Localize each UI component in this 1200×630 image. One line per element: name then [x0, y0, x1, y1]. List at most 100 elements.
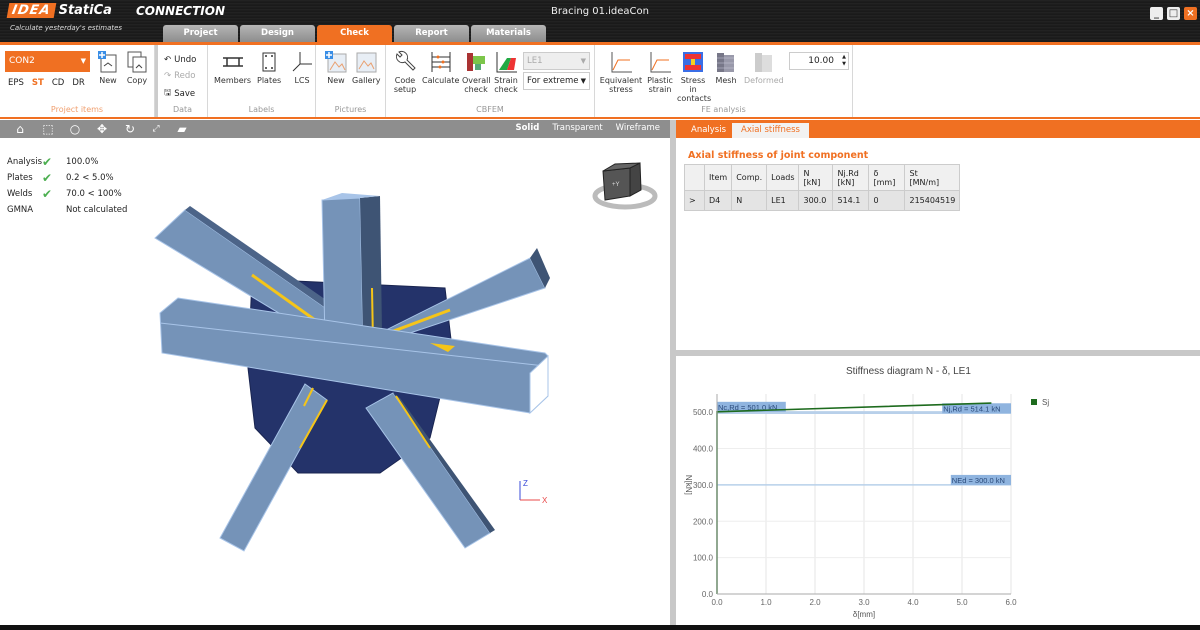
- members-button[interactable]: Members: [214, 50, 251, 85]
- deformed-button[interactable]: Deformed: [744, 50, 784, 85]
- calculate-button[interactable]: Calculate: [422, 50, 459, 85]
- new-connection-button[interactable]: New: [96, 50, 120, 85]
- column-header-loads: Loads: [766, 164, 800, 191]
- stress-in-contacts-button[interactable]: Stress in contacts: [677, 50, 712, 103]
- close-button[interactable]: ×: [1184, 7, 1197, 20]
- stiffness-chart-panel: Stiffness diagram N - δ, LE1 Nc,Rd = 501…: [676, 356, 1200, 625]
- viewport-toolbar: ⌂ ⬚ ○ ✥ ↻ ⤢ ▰ Solid Transparent Wirefram…: [0, 120, 670, 138]
- 3d-viewport[interactable]: Analysis ✔ 100.0% Plates ✔ 0.2 < 5.0% We…: [0, 138, 670, 625]
- code-setup-button[interactable]: Code setup: [392, 50, 418, 94]
- cell-loads: LE1: [766, 190, 800, 211]
- deformation-scale-value: 10.00: [808, 56, 834, 66]
- new-picture-icon: [325, 51, 347, 73]
- y-tick-label: 0.0: [702, 590, 714, 599]
- stress-in-contacts-label: Stress in contacts: [677, 76, 712, 103]
- series-line-sj: [716, 402, 992, 594]
- group-pictures: New Gallery Pictures: [316, 45, 386, 117]
- render-transparent[interactable]: Transparent: [552, 123, 602, 133]
- view-dr[interactable]: DR: [72, 78, 84, 88]
- lcs-button[interactable]: LCS: [290, 50, 314, 85]
- plastic-strain-button[interactable]: Plastic strain: [646, 50, 674, 94]
- lcs-axes-icon: [292, 52, 312, 72]
- y-tick-label: 200.0: [693, 517, 714, 526]
- row-expander[interactable]: >: [684, 190, 705, 211]
- column-header-njrd: Nj.Rd [kN]: [832, 164, 870, 191]
- extreme-mode-value: For extreme: [527, 76, 579, 86]
- plastic-strain-label: Plastic strain: [647, 76, 673, 94]
- view-eps[interactable]: EPS: [8, 78, 24, 88]
- new-label: New: [99, 76, 117, 85]
- undo-button[interactable]: ↶ Undo: [164, 55, 196, 65]
- table-row[interactable]: > D4 N LE1 300.0 514.1 0 215404519: [684, 190, 961, 211]
- render-solid[interactable]: Solid: [515, 123, 539, 133]
- zoom-window-icon[interactable]: ⬚: [40, 122, 56, 136]
- gallery-button[interactable]: Gallery: [352, 50, 381, 85]
- group-data: ↶ Undo ↷ Redo 🖫 Save Data: [158, 45, 208, 117]
- rotate-icon[interactable]: ↻: [122, 122, 138, 136]
- y-tick-label: 300.0: [693, 481, 714, 490]
- column-header-expander: [684, 164, 705, 191]
- chevron-down-icon: ▼: [580, 77, 586, 85]
- view-cd[interactable]: CD: [52, 78, 64, 88]
- y-tick-label: 500.0: [693, 408, 714, 417]
- minimize-button[interactable]: _: [1150, 7, 1163, 20]
- view-st[interactable]: ST: [32, 78, 44, 88]
- section-icon[interactable]: ▰: [174, 122, 190, 136]
- plates-button[interactable]: Plates: [257, 50, 281, 85]
- main-tabs: Project Design Check Report Materials: [163, 25, 546, 42]
- view-switcher: EPS ST CD DR: [8, 78, 85, 88]
- x-tick-label: 1.0: [760, 598, 772, 607]
- table-title: Axial stiffness of joint component: [688, 150, 869, 161]
- column-header-delta: δ [mm]: [868, 164, 906, 191]
- tab-analysis[interactable]: Analysis: [682, 123, 735, 138]
- tab-check[interactable]: Check: [317, 25, 392, 42]
- stiffness-chart: Stiffness diagram N - δ, LE1 Nc,Rd = 501…: [684, 366, 1049, 619]
- x-tick-label: 0.0: [711, 598, 723, 607]
- save-label: Save: [174, 89, 196, 99]
- load-effect-value: LE1: [527, 56, 543, 66]
- group-label-pictures: Pictures: [334, 105, 367, 114]
- load-effect-select[interactable]: LE1 ▼: [523, 52, 590, 70]
- chevron-down-icon: ▼: [80, 57, 86, 65]
- spinner-arrows-icon[interactable]: ▲ ▼: [842, 54, 846, 68]
- fit-icon[interactable]: ⤢: [148, 122, 164, 136]
- new-picture-label: New: [327, 76, 345, 85]
- navigation-cube[interactable]: +Y: [592, 162, 658, 210]
- cell-n: 300.0: [798, 190, 834, 211]
- pan-icon[interactable]: ✥: [94, 122, 110, 136]
- column-header-comp: Comp.: [731, 164, 768, 191]
- x-tick-label: 3.0: [858, 598, 870, 607]
- tab-materials[interactable]: Materials: [471, 25, 546, 42]
- connection-select[interactable]: CON2 ▼: [5, 51, 90, 72]
- deformation-scale-input[interactable]: 10.00 ▲ ▼: [789, 52, 849, 70]
- window-title: Bracing 01.ideaCon: [551, 6, 649, 17]
- equivalent-stress-button[interactable]: Equivalent stress: [599, 50, 643, 94]
- zoom-icon[interactable]: ○: [67, 122, 83, 136]
- copy-connection-button[interactable]: Copy: [125, 50, 149, 85]
- tab-design[interactable]: Design: [240, 25, 315, 42]
- tab-project[interactable]: Project: [163, 25, 238, 42]
- save-button[interactable]: 🖫 Save: [164, 87, 195, 101]
- joint-3d-model[interactable]: Z X +Y: [0, 138, 670, 625]
- home-icon[interactable]: ⌂: [12, 122, 28, 136]
- redo-button[interactable]: ↷ Redo: [164, 71, 195, 81]
- code-setup-label: Code setup: [393, 76, 417, 94]
- extreme-mode-select[interactable]: For extreme ▼: [523, 72, 590, 90]
- members-label: Members: [214, 76, 252, 85]
- new-picture-button[interactable]: New: [324, 50, 348, 85]
- tab-report[interactable]: Report: [394, 25, 469, 42]
- plates-icon: [262, 52, 276, 72]
- strain-check-button[interactable]: Strain check: [493, 50, 519, 94]
- undo-label: Undo: [174, 55, 197, 65]
- redo-label: Redo: [174, 71, 196, 81]
- cell-comp: N: [731, 190, 768, 211]
- maximize-button[interactable]: □: [1167, 7, 1180, 20]
- overall-check-button[interactable]: Overall check: [462, 50, 491, 94]
- tab-axial-stiffness[interactable]: Axial stiffness: [732, 123, 809, 138]
- y-tick-label: 400.0: [693, 445, 714, 454]
- mesh-button[interactable]: Mesh: [714, 50, 738, 85]
- axis-indicator: Z X: [519, 479, 548, 505]
- chart-legend: Sj: [1031, 398, 1049, 407]
- calculate-label: Calculate: [422, 76, 460, 85]
- render-wireframe[interactable]: Wireframe: [616, 123, 660, 133]
